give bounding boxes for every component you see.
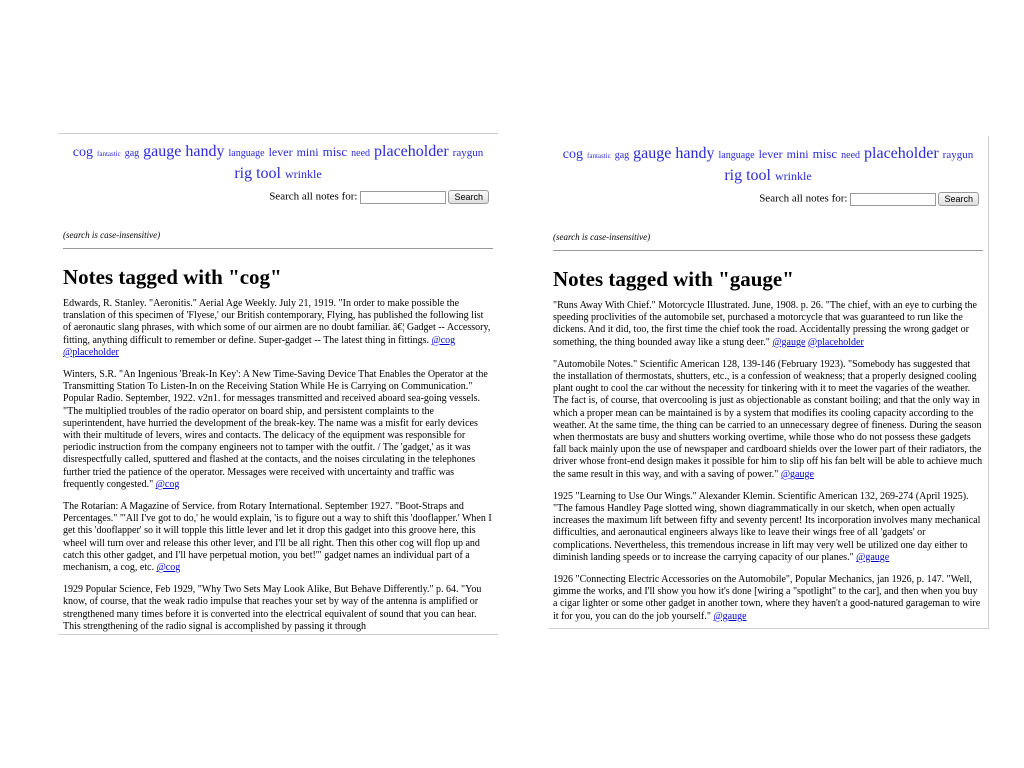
note-item: 1929 Popular Science, Feb 1929, "Why Two… [63,584,493,633]
search-label: Search all notes for: [269,190,358,203]
page-title: Notes tagged with "cog" [63,265,282,289]
tag-link-wrinkle[interactable]: wrinkle [775,169,812,183]
search-input[interactable] [360,190,447,204]
tag-link-cog[interactable]: cog [73,145,93,160]
tag-link-handy[interactable]: handy [185,143,224,160]
tag-link-wrinkle[interactable]: wrinkle [285,167,322,181]
tag-link-language[interactable]: language [228,148,264,159]
tag-link-mini[interactable]: mini [787,147,809,161]
tag-link-need[interactable]: need [351,148,370,159]
tag-link-gauge[interactable]: gauge [633,145,671,162]
tag-link-rig[interactable]: rig [724,167,742,184]
tag-link-tool[interactable]: tool [746,167,771,184]
tag-cloud: cog fantastic gag gauge handy language l… [553,144,983,186]
tag-link-raygun[interactable]: raygun [453,147,484,159]
tag-link-misc[interactable]: misc [813,146,838,161]
note-item: Winters, S.R. "An Ingenious 'Break-In Ke… [63,369,493,491]
search-form: Search all notes for: Search [63,190,493,208]
tag-link-lever[interactable]: lever [759,147,783,161]
tag-link-cog[interactable]: cog [563,147,583,162]
note-item: "Runs Away With Chief." Motorcycle Illus… [553,300,983,349]
tag-link-placeholder[interactable]: placeholder [374,143,449,160]
note-text: Winters, S.R. "An Ingenious 'Break-In Ke… [63,369,488,490]
note-item: 1926 "Connecting Electric Accessories on… [553,574,983,623]
divider [553,250,983,251]
note-text: 1926 "Connecting Electric Accessories on… [553,574,981,622]
tag-link-raygun[interactable]: raygun [943,149,974,161]
tag-link-mini[interactable]: mini [297,145,319,159]
tag-link-rig[interactable]: rig [234,165,252,182]
divider [63,248,493,249]
tag-link-lever[interactable]: lever [269,145,293,159]
note-tag-link[interactable]: @gauge [713,611,746,622]
search-hint: (search is case-insensitive) [63,230,161,240]
tag-link-fantastic[interactable]: fantastic [587,152,611,160]
note-text: "Runs Away With Chief." Motorcycle Illus… [553,300,977,348]
note-tag-link[interactable]: @gauge [856,552,889,563]
note-item: 1925 "Learning to Use Our Wings." Alexan… [553,491,983,564]
note-tag-link[interactable]: @placeholder [63,347,119,358]
tag-link-placeholder[interactable]: placeholder [864,145,939,162]
tag-link-language[interactable]: language [718,150,754,161]
search-button[interactable]: Search [938,192,979,206]
notes-list: "Runs Away With Chief." Motorcycle Illus… [553,300,983,623]
note-tag-link[interactable]: @gauge [781,469,814,480]
tag-cloud: cog fantastic gag gauge handy language l… [63,142,493,184]
search-hint: (search is case-insensitive) [553,232,651,242]
note-tag-link[interactable]: @gauge [772,337,805,348]
page-title: Notes tagged with "gauge" [553,267,794,291]
note-text: Edwards, R. Stanley. "Aeronitis." Aerial… [63,298,491,346]
tag-link-handy[interactable]: handy [675,145,714,162]
tag-link-gag[interactable]: gag [615,150,629,161]
tag-link-need[interactable]: need [841,150,860,161]
note-item: Edwards, R. Stanley. "Aeronitis." Aerial… [63,298,493,359]
search-form: Search all notes for: Search [553,192,983,210]
note-text: 1925 "Learning to Use Our Wings." Alexan… [553,490,981,563]
tag-link-fantastic[interactable]: fantastic [97,150,121,158]
tag-link-gag[interactable]: gag [125,148,139,159]
tag-link-gauge[interactable]: gauge [143,143,181,160]
tag-link-tool[interactable]: tool [256,165,281,182]
notes-list: Edwards, R. Stanley. "Aeronitis." Aerial… [63,298,493,633]
note-tag-link[interactable]: @cog [156,479,180,490]
note-tag-link[interactable]: @placeholder [808,337,864,348]
search-button[interactable]: Search [448,190,489,204]
tag-link-misc[interactable]: misc [323,144,348,159]
note-item: The Rotarian: A Magazine of Service. fro… [63,501,493,574]
note-tag-link[interactable]: @cog [157,562,181,573]
note-item: "Automobile Notes." Scientific American … [553,359,983,481]
right-browser-pane: cog fantastic gag gauge handy language l… [548,136,989,629]
note-tag-link[interactable]: @cog [432,335,456,346]
note-text: The Rotarian: A Magazine of Service. fro… [63,501,492,574]
search-label: Search all notes for: [759,192,848,205]
note-text: 1929 Popular Science, Feb 1929, "Why Two… [63,584,482,632]
left-browser-pane: cog fantastic gag gauge handy language l… [58,133,498,635]
search-input[interactable] [850,192,937,206]
note-text: "Automobile Notes." Scientific American … [553,358,983,480]
